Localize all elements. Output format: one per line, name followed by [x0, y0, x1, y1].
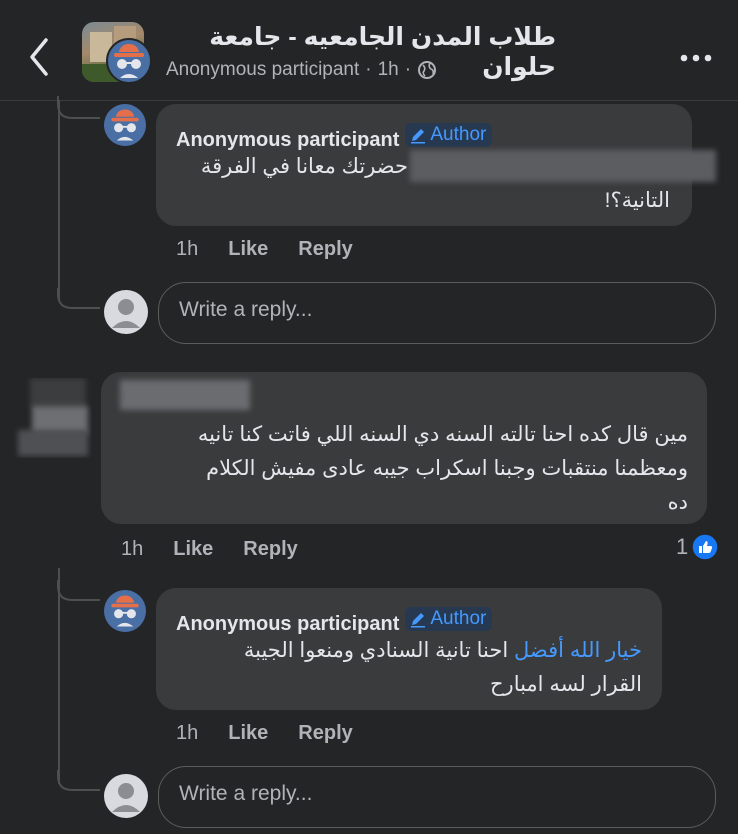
thread-curve: [57, 770, 100, 791]
meta-separator: ·: [404, 59, 412, 80]
author-badge-label: Author: [430, 608, 487, 629]
comment-text: التانية؟!: [604, 189, 670, 212]
author-name[interactable]: Anonymous participant: [176, 613, 399, 635]
comment-text: مين قال كده احنا تالته السنه دي السنه ال…: [197, 423, 688, 446]
reaction-summary[interactable]: 1: [676, 533, 719, 561]
comment-time[interactable]: 1h: [176, 238, 198, 261]
reply-placeholder: Write a reply...: [179, 782, 313, 805]
comment-time[interactable]: 1h: [176, 722, 198, 745]
comment-text: القرار لسه امبارح: [490, 673, 642, 696]
reply-input[interactable]: Write a reply...: [158, 282, 716, 344]
comment-text: خيار الله أفضل احنا تانية السنادي ومنعوا…: [176, 634, 642, 668]
like-button[interactable]: Like: [228, 238, 268, 261]
comment-time[interactable]: 1h: [121, 538, 143, 561]
mention-link[interactable]: خيار الله أفضل: [514, 639, 642, 662]
comment-text: حضرتك معانا في الفرقة: [200, 155, 408, 178]
comment-actions: 1h Like Reply: [121, 538, 298, 561]
comment-text: ده: [667, 491, 688, 514]
comment-text: ومعظمنا منتقبات وجبنا اسكراب جيبه عادى م…: [206, 457, 688, 480]
author-badge: Author: [405, 607, 493, 631]
reply-button[interactable]: Reply: [243, 538, 297, 561]
redacted-avatar[interactable]: [12, 378, 92, 458]
author-badge: Author: [405, 123, 493, 147]
author-badge-label: Author: [430, 124, 487, 145]
like-reaction-icon: [691, 533, 719, 561]
reply-placeholder: Write a reply...: [179, 298, 313, 321]
thread-line: [58, 100, 60, 300]
comment-actions: 1h Like Reply: [176, 722, 353, 745]
thread-curve: [57, 96, 100, 119]
anonymous-icon: [106, 38, 152, 84]
reply-button[interactable]: Reply: [298, 238, 352, 261]
meta-separator: ·: [365, 59, 372, 80]
default-avatar-icon: [104, 290, 148, 334]
comment-text-rest: احنا تانية السنادي ومنعوا الجيبة: [243, 639, 515, 662]
post-time[interactable]: 1h: [378, 59, 399, 81]
poster-name[interactable]: Anonymous participant: [166, 59, 359, 81]
comment-author[interactable]: Anonymous participant Author: [176, 123, 493, 152]
reply-button[interactable]: Reply: [298, 722, 352, 745]
pencil-icon: [411, 129, 426, 144]
thread-curve: [57, 580, 100, 601]
anonymous-icon[interactable]: [104, 104, 146, 146]
more-dots-icon[interactable]: [678, 48, 714, 68]
anonymous-icon[interactable]: [104, 590, 146, 632]
default-avatar-icon: [104, 774, 148, 818]
post-meta: Anonymous participant · 1h ·: [166, 59, 437, 81]
pencil-icon: [411, 613, 426, 628]
reaction-count: 1: [676, 534, 689, 559]
globe-icon: [418, 61, 437, 79]
redacted-author-name[interactable]: [120, 380, 250, 410]
redacted-mention: [410, 150, 716, 182]
comment-author[interactable]: Anonymous participant Author: [176, 607, 493, 636]
thread-curve: [57, 288, 100, 309]
like-button[interactable]: Like: [173, 538, 213, 561]
reply-input[interactable]: Write a reply...: [158, 766, 716, 828]
like-button[interactable]: Like: [228, 722, 268, 745]
comment-actions: 1h Like Reply: [176, 238, 353, 261]
back-chevron-icon[interactable]: [22, 34, 58, 80]
author-name[interactable]: Anonymous participant: [176, 129, 399, 151]
